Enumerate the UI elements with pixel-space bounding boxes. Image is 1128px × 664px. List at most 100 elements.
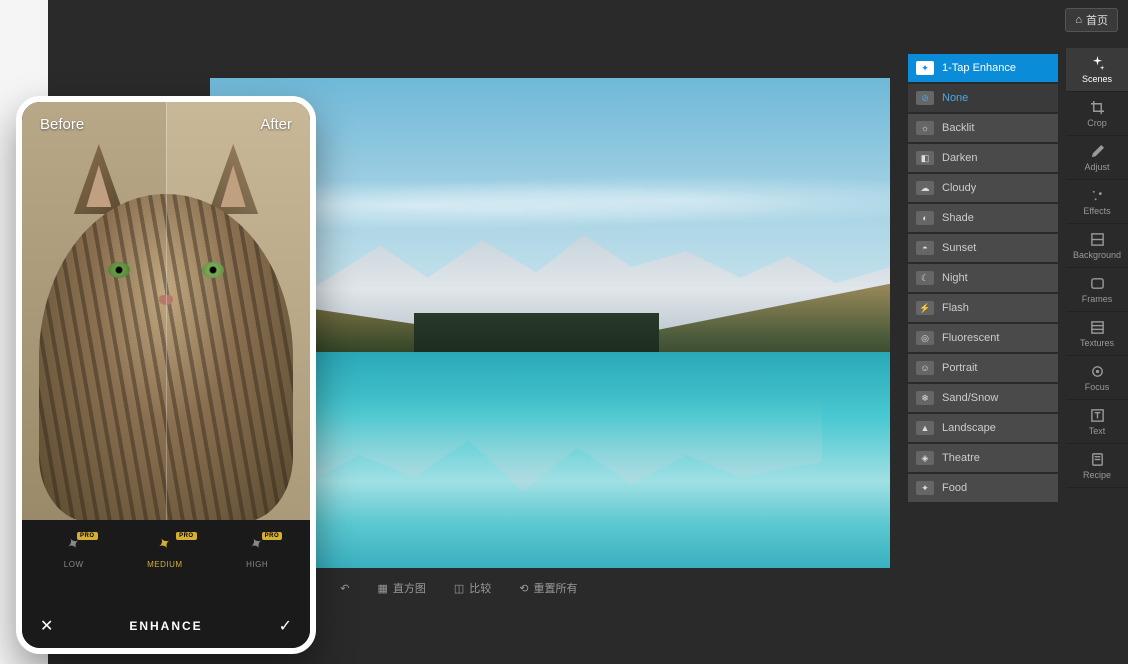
intensity-label: MEDIUM xyxy=(147,560,182,569)
preset-icon: ⊘ xyxy=(916,91,934,105)
preset-night[interactable]: ☾Night xyxy=(908,264,1058,292)
pro-badge: PRO xyxy=(262,532,283,540)
magic-wand-icon: ✦ xyxy=(916,61,934,75)
scene-presets-panel: ✦ 1-Tap Enhance ⊘ None ☼Backlit ◧ Darken ☁ Clo… xyxy=(908,54,1058,504)
intensity-low[interactable]: PRO✦LOW xyxy=(64,534,84,569)
sidebar-tool-label: Background xyxy=(1073,250,1121,260)
compare-divider[interactable] xyxy=(166,102,167,522)
preset-icon: ☺ xyxy=(916,361,934,375)
mobile-controls: PRO✦LOWPRO✦MEDIUMPRO✦HIGH ✕ ENHANCE ✓ xyxy=(22,520,310,648)
intensity-label: HIGH xyxy=(246,560,268,569)
preset-fluorescent[interactable]: ◎ Fluorescent xyxy=(908,324,1058,352)
preset-none[interactable]: ⊘ None xyxy=(908,84,1058,112)
sidebar-tool-label: Text xyxy=(1089,426,1106,436)
preset-icon: ⚡ xyxy=(916,301,934,315)
preset-label: Food xyxy=(942,482,967,494)
intensity-medium[interactable]: PRO✦MEDIUM xyxy=(147,534,182,569)
stars-icon xyxy=(1090,188,1105,203)
sidebar-tool-label: Frames xyxy=(1082,294,1113,304)
preset-sunset[interactable]: ◓Sunset xyxy=(908,234,1058,262)
top-bar: ⌂ 首页 xyxy=(1065,8,1118,32)
reset-label: 重置所有 xyxy=(534,580,578,596)
right-sidebar: Scenes Crop Adjust Effects Background Frames T… xyxy=(1066,48,1128,488)
preset-label: Night xyxy=(942,272,968,284)
mobile-footer: ✕ ENHANCE ✓ xyxy=(22,604,310,648)
sidebar-tool-label: Adjust xyxy=(1084,162,1109,172)
compare-label: 比较 xyxy=(469,580,491,596)
preset-label: Darken xyxy=(942,152,977,164)
sidebar-tool-textures[interactable]: Textures xyxy=(1066,312,1128,356)
preset-sandsnow[interactable]: ❄Sand/Snow xyxy=(908,384,1058,412)
text-icon xyxy=(1090,408,1105,423)
pro-badge: PRO xyxy=(176,532,197,540)
sidebar-tool-recipe[interactable]: Recipe xyxy=(1066,444,1128,488)
preset-food[interactable]: ✦ Food xyxy=(908,474,1058,502)
preset-shade[interactable]: ◐ Shade xyxy=(908,204,1058,232)
sidebar-tool-text[interactable]: Text xyxy=(1066,400,1128,444)
reset-icon: ⟲ xyxy=(519,582,528,595)
preset-cloudy[interactable]: ☁ Cloudy xyxy=(908,174,1058,202)
sidebar-tool-adjust[interactable]: Adjust xyxy=(1066,136,1128,180)
preset-backlit[interactable]: ☼Backlit xyxy=(908,114,1058,142)
preset-label: Sunset xyxy=(942,242,976,254)
mobile-confirm-button[interactable]: ✓ xyxy=(279,616,292,636)
preset-label: Cloudy xyxy=(942,182,976,194)
mobile-mode-title: ENHANCE xyxy=(129,619,202,633)
histogram-icon: ▦ xyxy=(377,582,387,595)
preset-label: Landscape xyxy=(942,422,996,434)
preset-header-enhance[interactable]: ✦ 1-Tap Enhance xyxy=(908,54,1058,82)
sidebar-tool-label: Textures xyxy=(1080,338,1114,348)
sidebar-tool-label: Scenes xyxy=(1082,74,1112,84)
after-label: After xyxy=(260,116,292,133)
preset-theatre[interactable]: ◈ Theatre xyxy=(908,444,1058,472)
frame-icon xyxy=(1090,276,1105,291)
preset-icon: ✦ xyxy=(916,481,934,495)
histogram-button[interactable]: ▦ 直方图 xyxy=(377,580,425,596)
preset-label: Portrait xyxy=(942,362,977,374)
list-icon xyxy=(1090,452,1105,467)
preset-icon: ◈ xyxy=(916,451,934,465)
preset-icon: ☁ xyxy=(916,181,934,195)
sidebar-tool-label: Crop xyxy=(1087,118,1107,128)
preset-landscape[interactable]: ▲Landscape xyxy=(908,414,1058,442)
sidebar-tool-background[interactable]: Background xyxy=(1066,224,1128,268)
preset-darken[interactable]: ◧ Darken xyxy=(908,144,1058,172)
preset-label: Shade xyxy=(942,212,974,224)
sidebar-tool-frames[interactable]: Frames xyxy=(1066,268,1128,312)
preset-flash[interactable]: ⚡ Flash xyxy=(908,294,1058,322)
sidebar-tool-label: Effects xyxy=(1083,206,1110,216)
preset-icon: ☼ xyxy=(916,121,934,135)
preset-label: Theatre xyxy=(942,452,980,464)
mobile-compare-image[interactable] xyxy=(22,102,310,522)
preset-icon: ◐ xyxy=(916,211,934,225)
undo-icon: ↶ xyxy=(340,582,349,595)
preset-label: None xyxy=(942,92,968,104)
mobile-close-button[interactable]: ✕ xyxy=(40,616,53,636)
wand-icon: ✦ xyxy=(154,532,176,556)
preset-label: Fluorescent xyxy=(942,332,999,344)
preset-label: Sand/Snow xyxy=(942,392,998,404)
mobile-preview: Before After PRO✦LOWPRO✦MEDIUMPRO✦HIGH ✕… xyxy=(16,96,316,654)
mobile-header: Before After xyxy=(22,102,310,146)
sidebar-tool-crop[interactable]: Crop xyxy=(1066,92,1128,136)
layers-icon xyxy=(1090,232,1105,247)
sidebar-tool-effects[interactable]: Effects xyxy=(1066,180,1128,224)
preset-icon: ◧ xyxy=(916,151,934,165)
preset-portrait[interactable]: ☺ Portrait xyxy=(908,354,1058,382)
compare-button[interactable]: ◫ 比较 xyxy=(454,580,491,596)
home-icon: ⌂ xyxy=(1075,14,1082,26)
crop-icon xyxy=(1090,100,1105,115)
pencil-icon xyxy=(1090,144,1105,159)
home-button[interactable]: ⌂ 首页 xyxy=(1065,8,1118,32)
preset-label: Flash xyxy=(942,302,969,314)
sidebar-tool-scenes[interactable]: Scenes xyxy=(1066,48,1128,92)
intensity-high[interactable]: PRO✦HIGH xyxy=(246,534,268,569)
before-label: Before xyxy=(40,116,84,133)
sparkle-icon xyxy=(1090,56,1105,71)
undo-button[interactable]: ↶ xyxy=(340,582,349,595)
pro-badge: PRO xyxy=(77,532,98,540)
reset-button[interactable]: ⟲ 重置所有 xyxy=(519,580,577,596)
histogram-label: 直方图 xyxy=(393,580,426,596)
sidebar-tool-focus[interactable]: Focus xyxy=(1066,356,1128,400)
preset-icon: ◎ xyxy=(916,331,934,345)
